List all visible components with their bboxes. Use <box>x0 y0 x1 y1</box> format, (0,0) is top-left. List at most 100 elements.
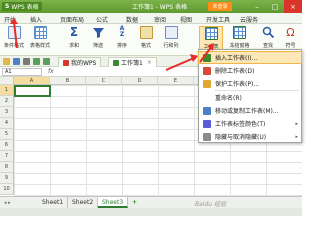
column-header[interactable]: C <box>86 77 122 85</box>
row-header[interactable]: 1 <box>0 85 14 96</box>
menu-insert-sheet[interactable]: 插入工作表(I)... <box>198 51 302 64</box>
move-copy-icon <box>203 106 211 115</box>
tab-formulas[interactable]: 公式 <box>96 15 108 24</box>
menu-rename-sheet[interactable]: 重命名(R) <box>199 92 301 103</box>
find-label: 查找 <box>262 43 273 49</box>
sheet-tab-1[interactable]: Sheet1 <box>38 197 69 208</box>
rows-columns-icon <box>164 26 178 39</box>
name-box[interactable]: A1 <box>2 68 42 76</box>
menu-delete-sheet[interactable]: 删除工作表(D) <box>199 65 301 76</box>
format-button[interactable]: 格式 <box>134 26 158 54</box>
select-all-corner[interactable] <box>0 77 14 85</box>
minimize-button[interactable]: – <box>248 0 266 13</box>
fx-icon[interactable]: fx <box>48 68 54 75</box>
menu-protect-sheet[interactable]: 保护工作表(P)... <box>199 78 301 89</box>
tab-review[interactable]: 审阅 <box>154 15 166 24</box>
worksheet-menu: 插入工作表(I)... 删除工作表(D) 保护工作表(P)... 重命名(R) … <box>198 49 302 143</box>
row-header[interactable]: 10 <box>0 184 14 195</box>
sheet-tab-3[interactable]: Sheet3 <box>98 197 129 208</box>
status-bar <box>0 208 302 216</box>
menu-insert-sheet-label: 插入工作表(I)... <box>215 55 258 62</box>
redo-icon[interactable] <box>43 58 50 65</box>
magnifier-icon <box>262 26 275 39</box>
wps-home-icon <box>63 59 69 66</box>
active-cell[interactable] <box>14 85 51 97</box>
filter-icon <box>92 26 105 39</box>
symbol-label: 符号 <box>285 43 296 49</box>
menu-move-copy-sheet[interactable]: 移动或复制工作表(M)... <box>199 105 301 116</box>
conditional-format-label: 条件格式 <box>3 43 24 49</box>
format-label: 格式 <box>140 43 151 49</box>
column-header[interactable]: D <box>122 77 158 85</box>
menu-tab-color[interactable]: 工作表标签颜色(T) ▸ <box>199 118 301 129</box>
menu-rename-label: 重命名(R) <box>215 95 242 102</box>
sum-button[interactable]: Σ 求和 <box>62 26 86 54</box>
close-window-button[interactable]: × <box>284 0 302 13</box>
filter-button[interactable]: 筛选 <box>86 26 110 54</box>
print-icon[interactable] <box>23 58 30 65</box>
menu-tab-color-label: 工作表标签颜色(T) <box>215 121 266 128</box>
submenu-arrow-icon: ▸ <box>295 120 298 127</box>
row-header[interactable]: 5 <box>0 129 14 140</box>
tab-view[interactable]: 视图 <box>180 15 192 24</box>
row-header[interactable]: 9 <box>0 173 14 184</box>
app-menu-button[interactable]: S WPS 表格 <box>2 2 42 11</box>
rename-icon <box>203 94 211 102</box>
tab-page-layout[interactable]: 页面布局 <box>60 15 84 24</box>
conditional-format-button[interactable]: 条件格式 <box>2 26 26 54</box>
tab-cloud[interactable]: 云服务 <box>240 15 258 24</box>
menu-move-copy-label: 移动或复制工作表(M)... <box>215 108 279 115</box>
format-icon <box>139 26 153 39</box>
row-header[interactable]: 2 <box>0 96 14 107</box>
menu-separator <box>215 90 299 91</box>
row-header[interactable]: 7 <box>0 151 14 162</box>
menu-hide-unhide-label: 隐藏与取消隐藏(U) <box>215 134 267 141</box>
title-bar: S WPS 表格 工作簿1 - WPS 表格 未登录 – □ × <box>0 0 302 13</box>
undo-icon[interactable] <box>33 58 40 65</box>
freeze-panes-label: 冻结窗格 <box>229 43 250 49</box>
sort-icon: AZ <box>119 25 125 38</box>
table-style-label: 表格样式 <box>29 43 50 49</box>
save-icon[interactable] <box>13 58 20 65</box>
sigma-icon: Σ <box>69 25 79 39</box>
lock-icon <box>203 79 211 88</box>
sheet-nav-arrows[interactable]: ◂ ▸ <box>4 200 11 206</box>
tab-my-wps-label: 我的WPS <box>71 60 97 67</box>
watermark: Baidu 经验 <box>195 201 226 208</box>
menu-hide-unhide[interactable]: 隐藏与取消隐藏(U) ▸ <box>199 131 301 142</box>
tab-home[interactable]: 开始 <box>4 15 16 24</box>
tab-insert[interactable]: 插入 <box>30 15 42 24</box>
document-title: 工作簿1 - WPS 表格 <box>132 4 188 11</box>
table-style-icon <box>33 26 47 39</box>
row-header[interactable]: 4 <box>0 118 14 129</box>
tab-workbook1[interactable]: 工作簿1 × <box>108 57 157 67</box>
conditional-format-icon <box>7 26 21 39</box>
worksheet-icon <box>204 27 218 40</box>
wps-logo-icon: S <box>5 3 10 10</box>
menu-protect-sheet-label: 保护工作表(P)... <box>215 81 260 88</box>
omega-icon: Ω <box>286 26 295 39</box>
row-header[interactable]: 8 <box>0 162 14 173</box>
tab-my-wps[interactable]: 我的WPS <box>58 57 102 67</box>
sort-button[interactable]: AZ 排序 <box>110 26 134 54</box>
filter-label: 筛选 <box>92 43 103 49</box>
maximize-button[interactable]: □ <box>266 0 284 13</box>
menu-tabs: 开始 插入 页面布局 公式 数据 审阅 视图 开发工具 云服务 <box>0 13 302 24</box>
tab-developer[interactable]: 开发工具 <box>206 15 230 24</box>
tab-workbook1-label: 工作簿1 <box>121 60 143 67</box>
rows-columns-button[interactable]: 行和列 <box>158 26 184 54</box>
submenu-arrow-icon: ▸ <box>295 133 298 140</box>
column-header[interactable]: A <box>14 77 50 85</box>
column-header[interactable]: E <box>158 77 194 85</box>
sheet-file-icon <box>113 59 119 66</box>
sheet-tab-2[interactable]: Sheet2 <box>68 197 99 208</box>
row-header[interactable]: 6 <box>0 140 14 151</box>
close-tab-icon[interactable]: × <box>147 59 152 66</box>
add-sheet-button[interactable]: + <box>128 197 141 208</box>
column-header[interactable]: B <box>50 77 86 85</box>
open-icon[interactable] <box>3 58 10 65</box>
row-header[interactable]: 3 <box>0 107 14 118</box>
login-button[interactable]: 未登录 <box>208 2 232 11</box>
tab-data[interactable]: 数据 <box>126 15 138 24</box>
table-style-button[interactable]: 表格样式 <box>28 26 52 54</box>
